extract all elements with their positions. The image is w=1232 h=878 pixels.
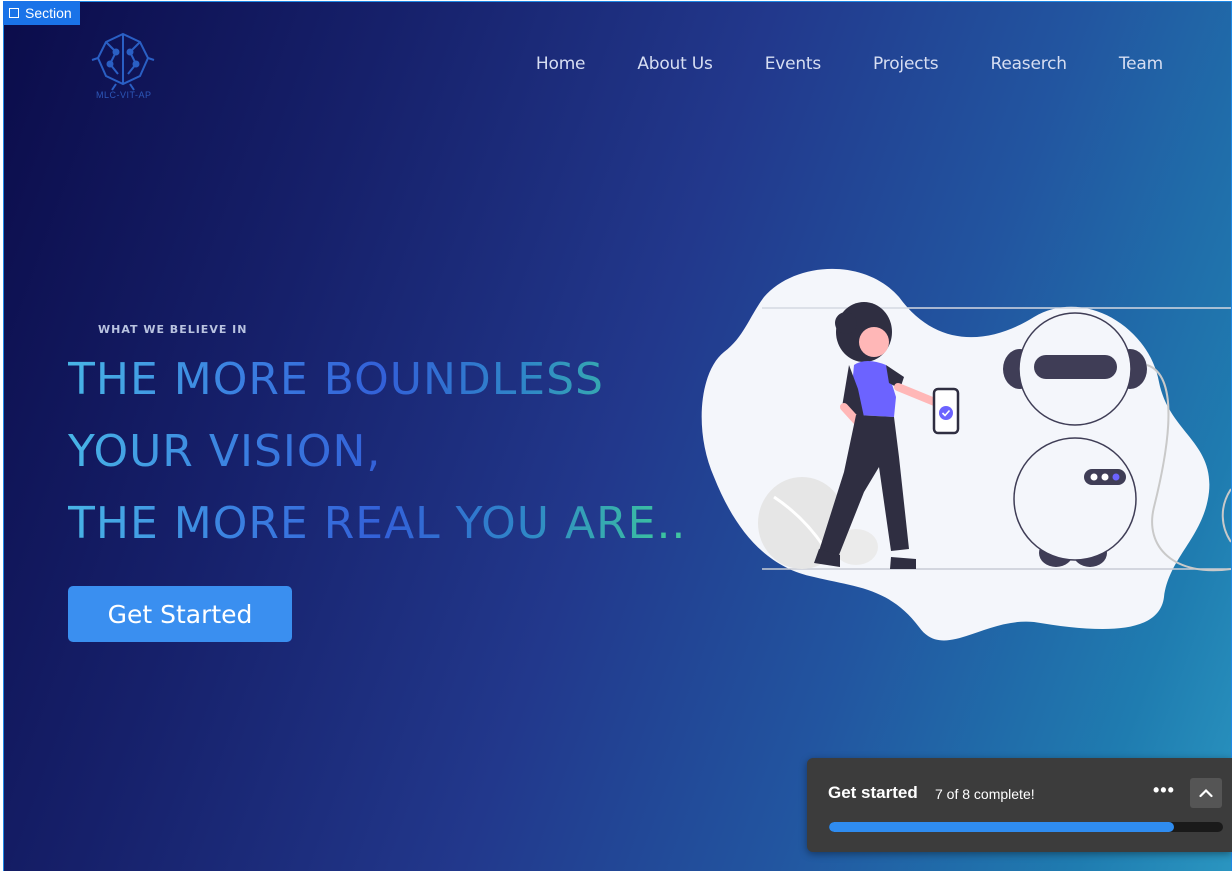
nav-research[interactable]: Reaserch (990, 54, 1067, 74)
selection-tag-label: Section (25, 5, 72, 21)
selection-square-icon (9, 8, 19, 18)
hero-eyebrow: WHAT WE BELIEVE IN (98, 323, 248, 336)
hero-headline: THE MORE BOUNDLESS YOUR VISION, THE MORE… (68, 344, 768, 560)
get-started-button[interactable]: Get Started (68, 586, 292, 642)
logo-text: MLC-VIT-AP (96, 90, 152, 100)
main-nav: Home About Us Events Projects Reaserch T… (536, 54, 1163, 74)
onboarding-progress-text: 7 of 8 complete! (935, 786, 1035, 802)
onboarding-title: Get started (828, 783, 918, 802)
onboarding-progress-fill (829, 822, 1174, 832)
headline-line-3: THE MORE REAL YOU ARE.. (68, 498, 687, 549)
nav-projects[interactable]: Projects (873, 54, 939, 74)
collapse-button[interactable] (1190, 778, 1222, 808)
illustration-blob (701, 268, 1210, 641)
more-options-icon[interactable]: ••• (1153, 780, 1175, 801)
chevron-up-icon (1199, 788, 1213, 798)
nav-home[interactable]: Home (536, 54, 586, 74)
nav-events[interactable]: Events (765, 54, 822, 74)
headline-line-2: YOUR VISION, (68, 426, 382, 477)
hero-illustration (694, 257, 1231, 652)
selection-tag[interactable]: Section (3, 1, 80, 25)
hero-section: MLC-VIT-AP Home About Us Events Projects… (3, 1, 1232, 872)
headline-line-1: THE MORE BOUNDLESS (68, 354, 604, 405)
nav-team[interactable]: Team (1119, 54, 1163, 74)
nav-about-us[interactable]: About Us (637, 54, 713, 74)
onboarding-progress-bar (829, 822, 1223, 832)
bottom-scroll-strip (0, 871, 1232, 878)
onboarding-panel: Get started 7 of 8 complete! ••• (807, 758, 1232, 852)
